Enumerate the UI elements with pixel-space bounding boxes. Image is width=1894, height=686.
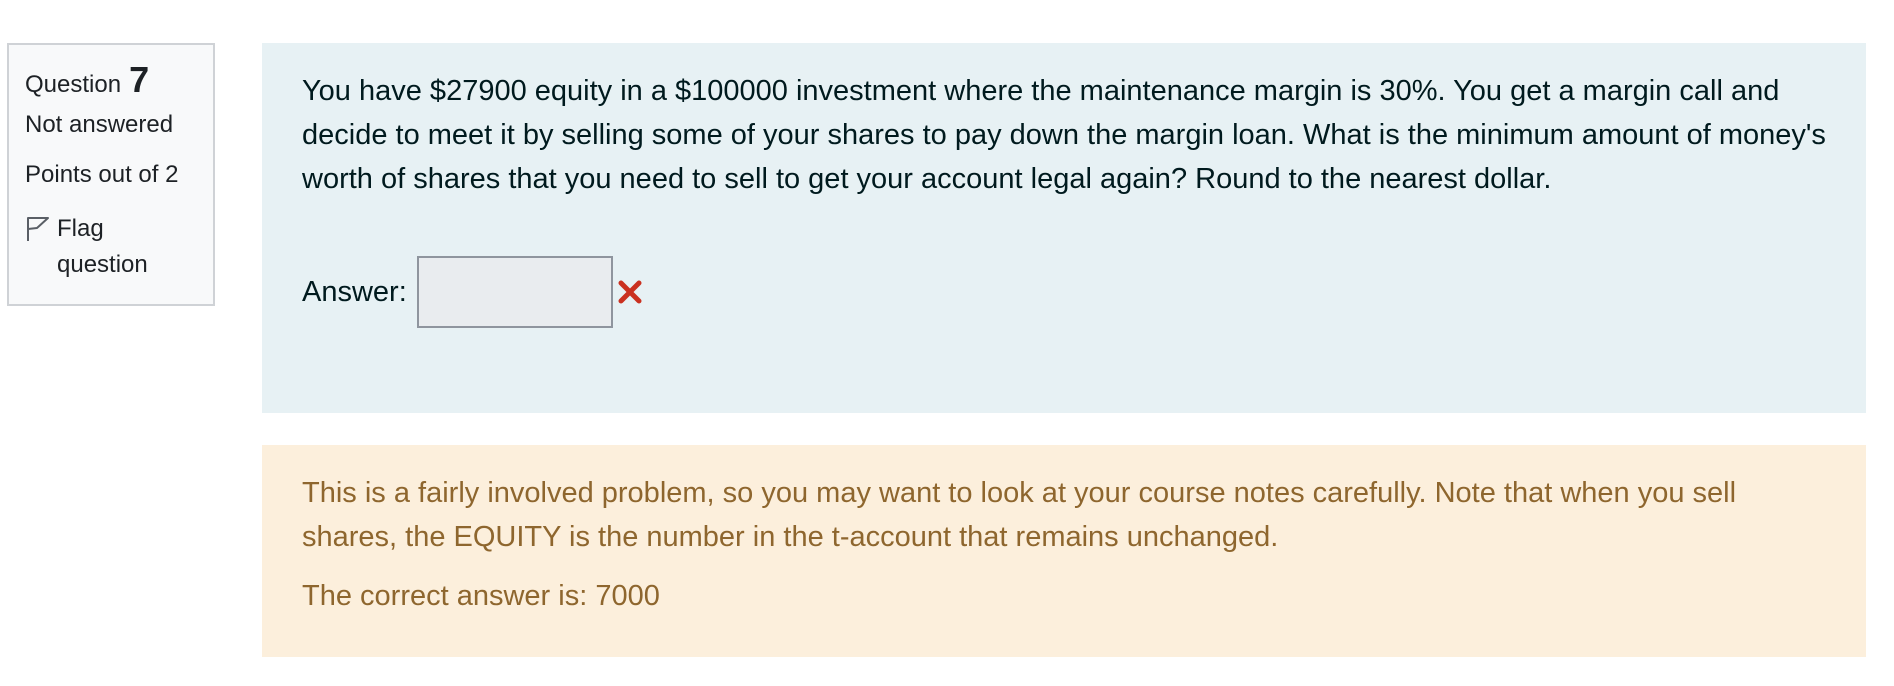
answer-input[interactable] — [416, 256, 613, 328]
answer-label: Answer: — [302, 275, 407, 308]
flag-icon — [27, 217, 49, 241]
question-state: Not answered — [25, 111, 174, 138]
question-text: You have $27900 equity in a $100000 inve… — [302, 75, 1826, 195]
question-formulation: You have $27900 equity in a $100000 inve… — [262, 43, 1866, 413]
question-number-heading: Question 7 — [25, 59, 197, 100]
answer-row: Answer: — [302, 256, 1826, 328]
question-number: 7 — [129, 59, 150, 100]
question-info-panel: Question 7 Not answered Points out of 2 … — [7, 43, 215, 306]
general-feedback: This is a fairly involved problem, so yo… — [302, 477, 1737, 553]
right-answer: The correct answer is: 7000 — [302, 580, 660, 612]
question-label: Question — [25, 71, 122, 98]
question-grade: Points out of 2 — [25, 161, 179, 188]
flag-question-label: Flag question — [57, 215, 148, 278]
incorrect-x-icon — [618, 280, 642, 304]
feedback-panel: This is a fairly involved problem, so yo… — [262, 445, 1866, 657]
flag-question-button[interactable]: Flag question — [25, 211, 197, 283]
